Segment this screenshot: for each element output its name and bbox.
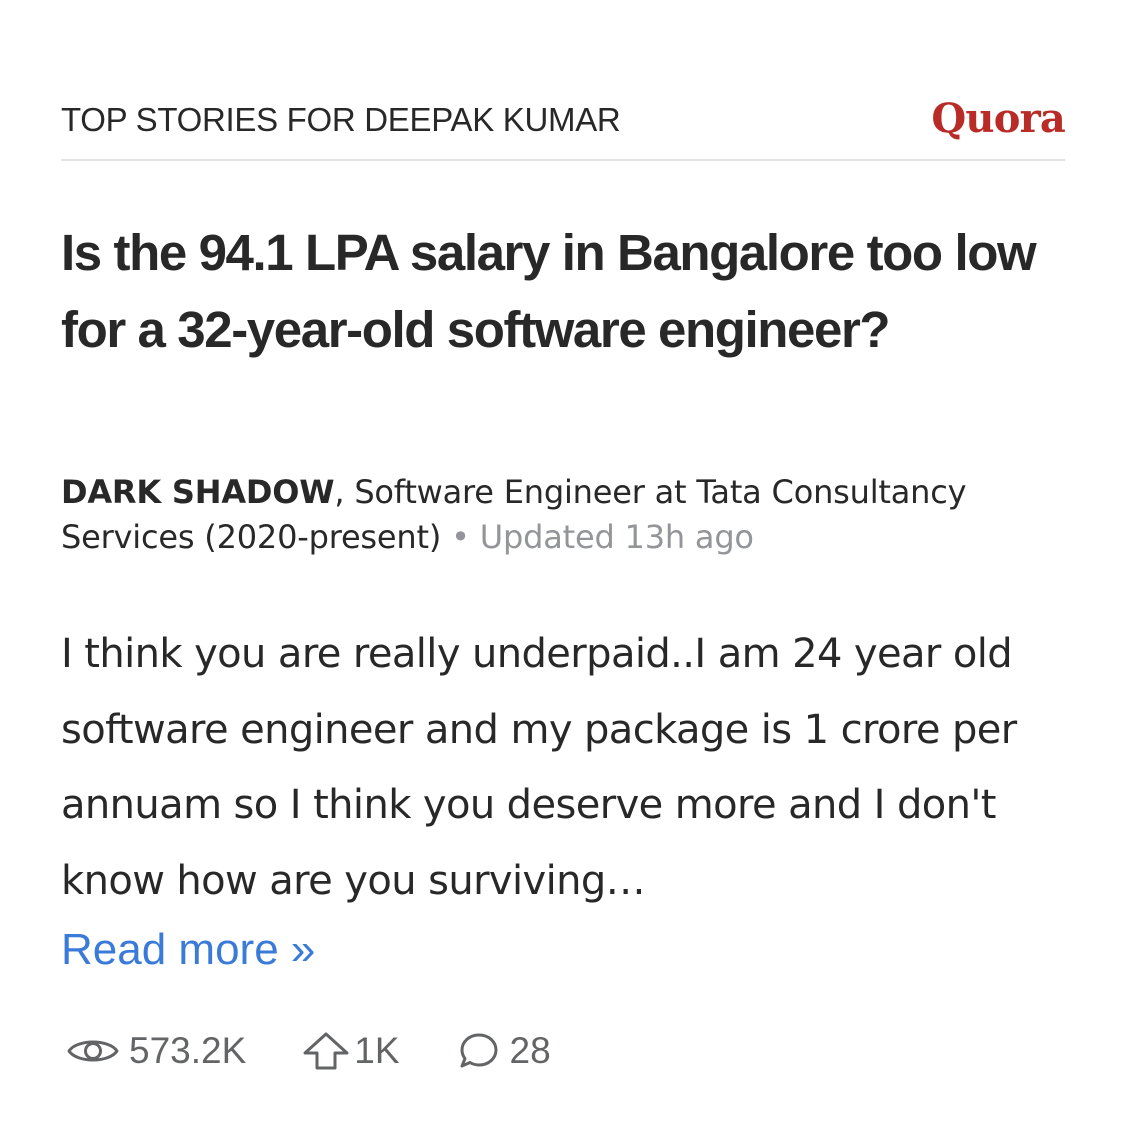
- author-name[interactable]: DARK SHADOW: [61, 473, 335, 511]
- updated-timestamp: Updated 13h ago: [479, 518, 754, 556]
- comment-count: 28: [509, 1030, 551, 1071]
- answer-meta: DARK SHADOW, Software Engineer at Tata C…: [61, 470, 1051, 560]
- header-title: TOP STORIES FOR DEEPAK KUMAR: [61, 101, 621, 138]
- upvote-button[interactable]: 1K: [302, 1030, 400, 1072]
- meta-separator: •: [451, 518, 470, 556]
- comment-bubble-icon[interactable]: [458, 1031, 500, 1071]
- views-count: 573.2K: [129, 1030, 247, 1071]
- stats-bar: 573.2K 1K 28: [67, 1024, 551, 1078]
- upvote-count: 1K: [354, 1030, 400, 1071]
- views-stat: 573.2K: [67, 1030, 246, 1072]
- question-title[interactable]: Is the 94.1 LPA salary in Bangalore too …: [61, 214, 1061, 368]
- read-more-link[interactable]: Read more »: [61, 925, 315, 975]
- answer-excerpt[interactable]: I think you are really underpaid..I am 2…: [61, 617, 1065, 919]
- eye-icon: [67, 1036, 119, 1066]
- email-header: TOP STORIES FOR DEEPAK KUMAR Quora: [61, 95, 1066, 161]
- upvote-arrow-icon[interactable]: [302, 1031, 350, 1071]
- quora-logo[interactable]: Quora: [931, 95, 1065, 142]
- comment-button[interactable]: 28: [458, 1030, 551, 1072]
